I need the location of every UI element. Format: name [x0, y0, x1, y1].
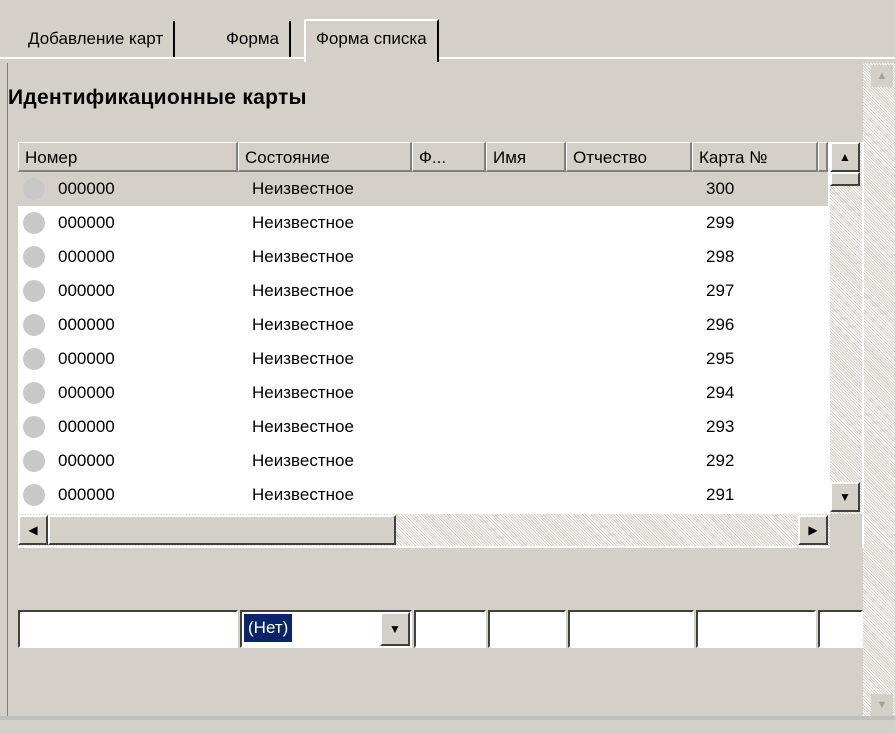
cell-number: 000000 — [58, 417, 115, 436]
cell-state: Неизвестное — [252, 315, 354, 334]
arrow-down-icon[interactable]: ▼ — [830, 482, 860, 512]
cell-card-number: 300 — [706, 179, 735, 198]
column-header-card-number[interactable]: Карта № — [692, 142, 818, 172]
chevron-down-icon[interactable]: ▼ — [380, 612, 410, 646]
cell-card-number: 292 — [706, 451, 735, 470]
status-dot-icon — [23, 484, 45, 506]
cell-state: Неизвестное — [252, 383, 354, 402]
status-dot-icon — [23, 450, 45, 472]
status-dot-icon — [23, 212, 45, 234]
cell-number: 000000 — [58, 247, 115, 266]
grid-header: Номер Состояние Ф... Имя Отчество Карта … — [18, 142, 828, 172]
panel-bottom-edge — [0, 716, 895, 734]
tab-strip: Добавление карт Форма Форма списка — [0, 0, 895, 62]
panel-scrollbar[interactable]: ▲ ▼ — [863, 63, 895, 718]
table-row[interactable]: 000000 Неизвестное 295 — [18, 342, 828, 376]
cell-card-number: 297 — [706, 281, 735, 300]
arrow-up-icon[interactable]: ▲ — [871, 65, 893, 87]
grid-hscroll-thumb[interactable] — [48, 515, 396, 545]
table-row[interactable]: 000000 Неизвестное 297 — [18, 274, 828, 308]
cell-card-number: 298 — [706, 247, 735, 266]
table-row[interactable]: 000000 Неизвестное 296 — [18, 308, 828, 342]
filter-surname-input[interactable] — [414, 610, 486, 648]
column-header-name[interactable]: Имя — [486, 142, 566, 172]
column-header-patronymic[interactable]: Отчество — [566, 142, 692, 172]
cell-number: 000000 — [58, 485, 115, 504]
status-dot-icon — [23, 280, 45, 302]
tab-form[interactable]: Форма — [216, 21, 291, 57]
cell-state: Неизвестное — [252, 179, 354, 198]
filter-extra-input[interactable] — [818, 610, 863, 648]
table-row[interactable]: 000000 Неизвестное 291 — [18, 478, 828, 512]
tab-strip-border — [0, 57, 895, 59]
tab-list-form[interactable]: Форма списка — [304, 19, 439, 62]
cell-card-number: 296 — [706, 315, 735, 334]
arrow-left-icon[interactable]: ◀ — [18, 515, 48, 545]
arrow-right-icon[interactable]: ▶ — [798, 515, 828, 545]
tab-label: Форма списка — [316, 29, 427, 48]
scrollbar-corner — [830, 514, 862, 548]
grid-vscroll-thumb[interactable] — [830, 172, 860, 186]
cell-state: Неизвестное — [252, 451, 354, 470]
column-header-surname[interactable]: Ф... — [412, 142, 486, 172]
arrow-down-icon[interactable]: ▼ — [871, 694, 893, 716]
filter-state-select[interactable]: (Нет) ▼ — [240, 610, 412, 648]
table-row[interactable]: 000000 Неизвестное 294 — [18, 376, 828, 410]
filter-number-input[interactable] — [18, 610, 238, 648]
filter-card-number-input[interactable] — [696, 610, 816, 648]
cell-card-number: 294 — [706, 383, 735, 402]
cell-number: 000000 — [58, 451, 115, 470]
column-header-state[interactable]: Состояние — [238, 142, 412, 172]
column-header-number[interactable]: Номер — [18, 142, 238, 172]
cell-state: Неизвестное — [252, 417, 354, 436]
cell-state: Неизвестное — [252, 247, 354, 266]
status-dot-icon — [23, 178, 45, 200]
cell-number: 000000 — [58, 383, 115, 402]
cell-card-number: 293 — [706, 417, 735, 436]
table-row[interactable]: 000000 Неизвестное 299 — [18, 206, 828, 240]
table-row[interactable]: 000000 Неизвестное 292 — [18, 444, 828, 478]
status-dot-icon — [23, 314, 45, 336]
cell-card-number: 291 — [706, 485, 735, 504]
grid-horizontal-scrollbar[interactable]: ◀ ▶ — [18, 514, 830, 546]
panel-left-edge — [0, 63, 8, 734]
cell-number: 000000 — [58, 315, 115, 334]
table-row[interactable]: 000000 Неизвестное 298 — [18, 240, 828, 274]
cell-state: Неизвестное — [252, 349, 354, 368]
page-title: Идентификационные карты — [8, 86, 307, 109]
filter-name-input[interactable] — [488, 610, 566, 648]
status-dot-icon — [23, 382, 45, 404]
grid-vertical-scrollbar[interactable]: ▲ ▼ — [830, 142, 862, 514]
cards-grid: Номер Состояние Ф... Имя Отчество Карта … — [18, 142, 864, 548]
cell-number: 000000 — [58, 349, 115, 368]
tab-label: Добавление карт — [28, 29, 164, 48]
cell-state: Неизвестное — [252, 485, 354, 504]
column-header-extra — [818, 142, 828, 172]
cell-card-number: 295 — [706, 349, 735, 368]
status-dot-icon — [23, 416, 45, 438]
tab-add-cards[interactable]: Добавление карт — [18, 21, 176, 57]
cell-card-number: 299 — [706, 213, 735, 232]
table-row[interactable]: 000000 Неизвестное 300 — [18, 172, 828, 206]
status-dot-icon — [23, 348, 45, 370]
cell-number: 000000 — [58, 179, 115, 198]
cell-state: Неизвестное — [252, 281, 354, 300]
cell-number: 000000 — [58, 281, 115, 300]
table-row[interactable]: 000000 Неизвестное 293 — [18, 410, 828, 444]
filter-patronymic-input[interactable] — [568, 610, 694, 648]
select-value: (Нет) — [242, 613, 294, 643]
status-dot-icon — [23, 246, 45, 268]
arrow-up-icon[interactable]: ▲ — [830, 142, 860, 172]
tab-label: Форма — [226, 29, 279, 48]
cell-state: Неизвестное — [252, 213, 354, 232]
cell-number: 000000 — [58, 213, 115, 232]
